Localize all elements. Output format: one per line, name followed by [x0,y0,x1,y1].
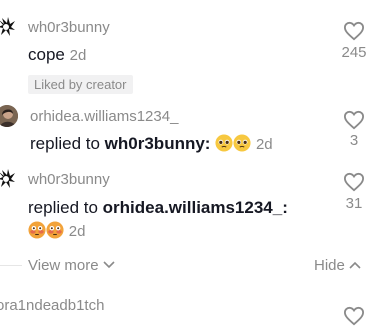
hide-label: Hide [314,257,345,274]
reply-text: replied to wh0r3bunny: 2d [30,134,273,154]
like-count: 3 [349,132,359,149]
comment-text: cope 2d [28,45,86,65]
chevron-up-icon [349,261,361,269]
reply-text: replied to orhidea.williams1234_: [28,198,288,218]
comment-time: 2d [69,47,87,64]
like-heart-icon[interactable] [343,172,365,192]
reply-username[interactable]: wh0r3bunny [28,171,110,188]
pleading-face-emoji-icon [233,134,251,152]
reply-time: 2d [68,223,86,240]
like-heart-icon[interactable] [343,306,365,326]
replied-to-username[interactable]: wh0r3bunny: [105,134,211,153]
avatar[interactable] [0,105,18,127]
like-heart-icon[interactable] [343,21,365,41]
thread-divider [0,265,22,266]
chevron-down-icon [103,261,115,269]
avatar[interactable] [0,16,16,38]
comment-body: cope [28,45,65,64]
like-heart-icon[interactable] [343,110,365,130]
hide-button[interactable]: Hide [314,257,361,274]
reply-prefix: replied to [28,198,98,217]
replied-to-username[interactable]: orhidea.williams1234_: [103,198,288,217]
comment-username[interactable]: wh0r3bunny [28,19,110,36]
like-count: 31 [345,195,363,212]
reply-username[interactable]: orhidea.williams1234_ [30,108,178,125]
avatar[interactable] [0,168,16,190]
reply-prefix: replied to [30,134,100,153]
like-count: 245 [341,44,367,61]
view-more-button[interactable]: View more [28,257,115,274]
flushed-face-emoji-icon [28,221,46,239]
liked-by-creator-badge: Liked by creator [28,75,133,94]
reply-text-continued: 2d [28,221,85,241]
reply-time: 2d [255,136,273,153]
pleading-face-emoji-icon [215,134,233,152]
comment-username[interactable]: ora1ndeadb1tch [0,297,104,314]
flushed-face-emoji-icon [46,221,64,239]
view-more-label: View more [28,257,99,274]
